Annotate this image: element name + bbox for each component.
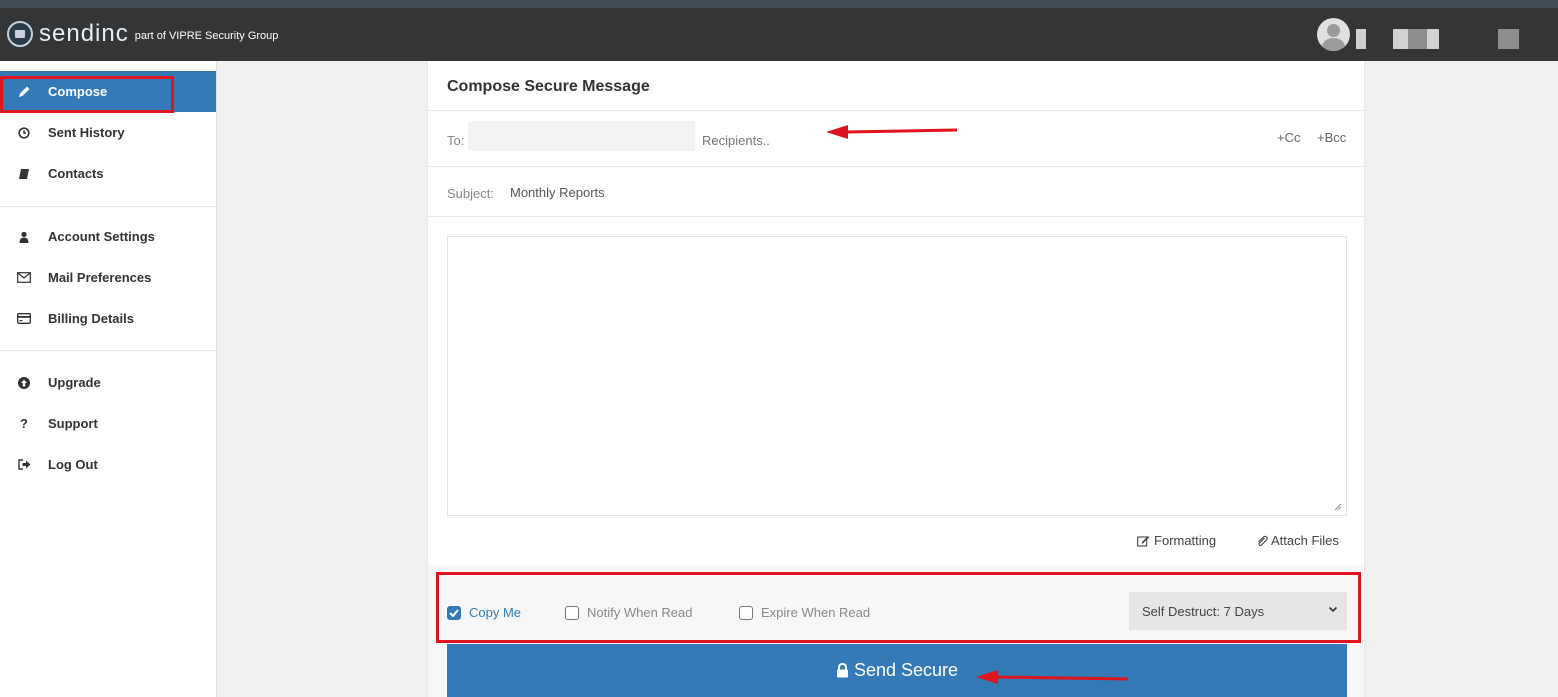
redacted-username xyxy=(1393,29,1408,49)
sidebar-item-contacts[interactable]: Contacts xyxy=(0,153,216,194)
sidebar-item-billing-details[interactable]: Billing Details xyxy=(0,298,216,339)
arrow-up-circle-icon xyxy=(17,376,31,390)
sidebar-item-label: Billing Details xyxy=(48,311,134,326)
compose-card: Compose Secure Message To: +Cc +Bcc Subj… xyxy=(427,61,1365,697)
page-title: Compose Secure Message xyxy=(447,78,650,95)
sidebar-item-upgrade[interactable]: Upgrade xyxy=(0,362,216,403)
sidebar-item-label: Sent History xyxy=(48,125,125,140)
sidebar-item-mail-preferences[interactable]: Mail Preferences xyxy=(0,257,216,298)
redacted-username xyxy=(1498,29,1519,49)
redacted-username xyxy=(1408,29,1427,49)
sidebar-item-sent-history[interactable]: Sent History xyxy=(0,112,216,153)
redacted-username xyxy=(1356,29,1366,49)
annotation-arrow-icon xyxy=(826,125,958,139)
to-label: To: xyxy=(447,133,465,148)
top-bar: sendinc part of VIPRE Security Group xyxy=(0,0,1558,61)
subject-input[interactable] xyxy=(510,185,910,200)
brand-name: sendinc xyxy=(39,20,129,47)
sidebar-divider xyxy=(0,350,216,351)
sidebar-item-label: Contacts xyxy=(48,166,104,181)
sidebar-item-label: Support xyxy=(48,416,98,431)
compose-highlight-box xyxy=(0,76,174,113)
clock-icon xyxy=(17,126,31,140)
options-highlight-box xyxy=(436,572,1361,643)
resize-grip-icon[interactable] xyxy=(1334,503,1342,511)
user-icon xyxy=(17,230,31,244)
sidebar-item-label: Log Out xyxy=(48,457,98,472)
divider xyxy=(428,216,1364,217)
credit-card-icon xyxy=(17,312,31,326)
envelope-icon xyxy=(17,271,31,285)
sidebar-item-label: Account Settings xyxy=(48,229,155,244)
send-secure-label: Send Secure xyxy=(853,660,959,680)
redacted-username xyxy=(1427,29,1439,49)
formatting-link[interactable]: Formatting xyxy=(1137,533,1216,548)
send-secure-button[interactable]: Send Secure xyxy=(447,644,1347,697)
edit-icon xyxy=(1137,535,1150,547)
attach-files-label: Attach Files xyxy=(1271,533,1339,548)
paperclip-icon xyxy=(1258,535,1268,546)
question-icon: ? xyxy=(20,416,28,431)
formatting-label: Formatting xyxy=(1154,533,1217,548)
brand-subtitle: part of VIPRE Security Group xyxy=(134,30,279,42)
sign-out-icon xyxy=(17,458,31,472)
book-icon xyxy=(17,167,31,181)
divider xyxy=(428,166,1364,167)
sidebar-item-log-out[interactable]: Log Out xyxy=(0,444,216,485)
annotation-arrow-icon xyxy=(976,670,1129,684)
brand[interactable]: sendinc part of VIPRE Security Group xyxy=(7,21,278,47)
user-avatar-icon[interactable] xyxy=(1317,18,1350,51)
sidebar-item-support[interactable]: ? Support xyxy=(0,403,216,444)
divider xyxy=(428,110,1364,111)
subject-label: Subject: xyxy=(447,186,494,201)
attach-files-link[interactable]: Attach Files xyxy=(1256,533,1339,548)
add-cc-link[interactable]: +Cc xyxy=(1277,130,1300,145)
sidebar-item-account-settings[interactable]: Account Settings xyxy=(0,216,216,257)
lock-icon xyxy=(836,663,849,678)
sidebar-item-label: Upgrade xyxy=(48,375,101,390)
add-bcc-link[interactable]: +Bcc xyxy=(1317,130,1346,145)
sidebar-item-label: Mail Preferences xyxy=(48,270,152,285)
sidebar-divider xyxy=(0,206,216,207)
redacted-recipient xyxy=(468,121,695,151)
sidebar: Compose Sent History Contacts Account Se… xyxy=(0,61,217,697)
sendinc-logo-icon xyxy=(7,21,33,47)
message-body-textarea[interactable] xyxy=(447,236,1347,516)
